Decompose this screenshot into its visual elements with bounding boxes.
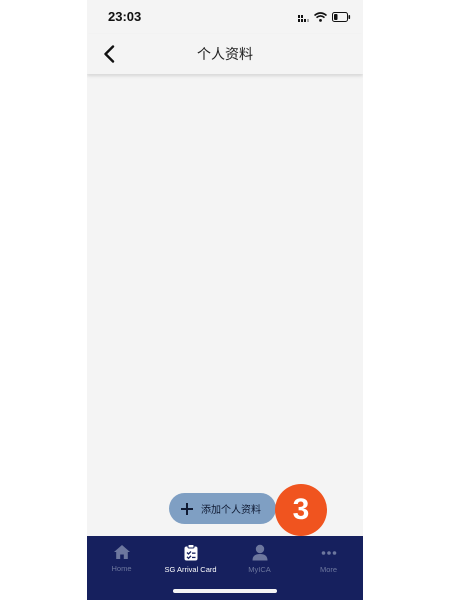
home-indicator[interactable] — [173, 589, 277, 593]
tab-sg-arrival-card-label: SG Arrival Card — [164, 565, 217, 574]
step-number-badge: 3 — [275, 484, 327, 536]
status-bar: 23:03 — [87, 0, 363, 34]
user-icon — [252, 544, 267, 561]
add-profile-button[interactable]: 添加个人资料 — [169, 493, 276, 524]
home-icon — [113, 545, 130, 559]
battery-icon — [332, 12, 351, 22]
tab-myica-label: MyICA — [248, 565, 271, 574]
more-dots-icon — [321, 551, 336, 555]
tab-home-label: Home — [111, 564, 132, 573]
status-time: 23:03 — [108, 9, 142, 24]
clipboard-icon — [184, 544, 197, 561]
tab-home[interactable]: Home — [87, 536, 156, 600]
tab-more[interactable]: More — [294, 536, 363, 600]
status-icons — [298, 11, 351, 23]
tab-more-label: More — [319, 565, 338, 574]
signal-icon — [298, 14, 309, 22]
page-title: 个人资料 — [197, 47, 253, 63]
add-profile-label: 添加个人资料 — [201, 505, 261, 516]
plus-icon — [181, 502, 193, 515]
wifi-icon — [314, 12, 327, 22]
phone-screen: 23:03 个人资料 添加个人资料 3 Home SG Arrival Card… — [87, 0, 363, 600]
profile-list-empty — [87, 74, 363, 536]
nav-header: 个人资料 — [87, 34, 363, 74]
